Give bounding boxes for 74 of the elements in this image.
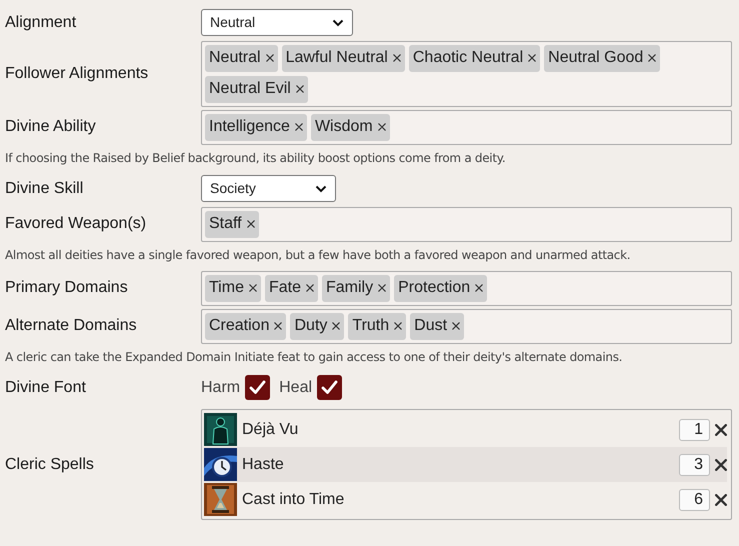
tag-label: Protection [398, 278, 470, 298]
close-icon[interactable] [378, 284, 386, 292]
field-label: Cleric Spells [5, 454, 94, 474]
tag-field[interactable]: Time Fate Family Protection [201, 270, 732, 306]
close-icon[interactable] [392, 54, 401, 62]
field-label: Primary Domains [5, 278, 128, 298]
hourglass-icon [204, 483, 237, 516]
spell-row[interactable]: Déjà Vu 1 [204, 412, 727, 447]
help-text: A cleric can take the Expanded Domain Initiate feat to gain access to one of their deity's alternate domains. [5, 350, 622, 364]
close-icon[interactable] [306, 284, 314, 292]
figure-icon [204, 413, 237, 446]
spell-row[interactable]: Haste 3 [204, 447, 727, 482]
field-label: Divine Font [5, 378, 86, 398]
tag-label: Dust [414, 316, 448, 336]
tag-field[interactable]: Intelligence Wisdom [201, 110, 732, 144]
checkbox-label: Harm [201, 378, 240, 398]
close-icon[interactable] [475, 284, 484, 292]
close-icon[interactable] [715, 424, 727, 436]
tag-label: Family [326, 278, 374, 298]
field-label: Alignment [5, 12, 76, 32]
chevron-down-icon [332, 18, 344, 26]
close-icon[interactable] [294, 123, 303, 131]
field-label: Divine Skill [5, 178, 84, 198]
spell-name: Haste [242, 454, 285, 474]
close-icon[interactable] [248, 284, 257, 292]
close-icon[interactable] [296, 85, 304, 93]
close-icon[interactable] [715, 494, 727, 506]
spell-name: Déjà Vu [242, 420, 300, 440]
close-icon[interactable] [394, 322, 402, 330]
close-icon[interactable] [378, 123, 386, 131]
rank-field[interactable]: 6 [679, 488, 710, 510]
tag-label: Intelligence [209, 117, 290, 137]
checkbox[interactable] [245, 375, 270, 400]
chevron-down-icon [315, 184, 327, 192]
tag-label: Fate [268, 278, 301, 298]
tag-label: Staff [209, 214, 242, 234]
tag-field[interactable]: Staff [201, 206, 732, 242]
close-icon[interactable] [648, 54, 656, 62]
rank-field[interactable]: 3 [679, 454, 710, 476]
checkmark-icon [321, 380, 338, 395]
field-label: Alternate Domains [5, 316, 137, 336]
dropdown[interactable]: Society [201, 175, 336, 202]
close-icon[interactable] [528, 54, 536, 62]
spell-name: Cast into Time [242, 490, 346, 510]
close-icon[interactable] [274, 322, 282, 330]
close-icon[interactable] [266, 54, 274, 62]
field-label: Favored Weapon(s) [5, 214, 146, 234]
field-label: Follower Alignments [5, 64, 148, 84]
clock-icon [204, 448, 237, 481]
field-label: Divine Ability [5, 117, 96, 137]
rank-field[interactable]: 1 [679, 418, 710, 440]
tag-label: Duty [294, 316, 328, 336]
checkbox[interactable] [317, 375, 342, 400]
tag-label: Neutral [209, 48, 261, 68]
tag-label: Time [209, 278, 244, 298]
tag-label: Neutral Good [548, 48, 644, 68]
tag-field[interactable]: Neutral Lawful Neutral Chaotic Neutral Neutral Good Neutral Evil [201, 40, 732, 106]
tag-label: Lawful Neutral [286, 48, 388, 68]
tag-label: Truth [352, 316, 390, 336]
tag-label: Neutral Evil [209, 79, 291, 99]
tag-field[interactable]: Creation Duty Truth Dust [201, 308, 732, 344]
tag-label: Wisdom [314, 117, 373, 137]
checkmark-icon [249, 380, 266, 395]
tag-label: Creation [209, 316, 270, 336]
close-icon[interactable] [715, 458, 727, 470]
help-text: If choosing the Raised by Belief background, its ability boost options come from a deity. [5, 151, 506, 165]
close-icon[interactable] [246, 220, 255, 228]
tag-label: Chaotic Neutral [412, 48, 524, 68]
close-icon[interactable] [332, 322, 340, 330]
help-text: Almost all deities have a single favored weapon, but a few have both a favored weapon and unarmed attack. [5, 248, 630, 262]
checkbox-label: Heal [279, 378, 312, 398]
spell-row[interactable]: Cast into Time 6 [204, 482, 727, 517]
dropdown[interactable]: Neutral [201, 9, 353, 36]
close-icon[interactable] [452, 322, 460, 330]
